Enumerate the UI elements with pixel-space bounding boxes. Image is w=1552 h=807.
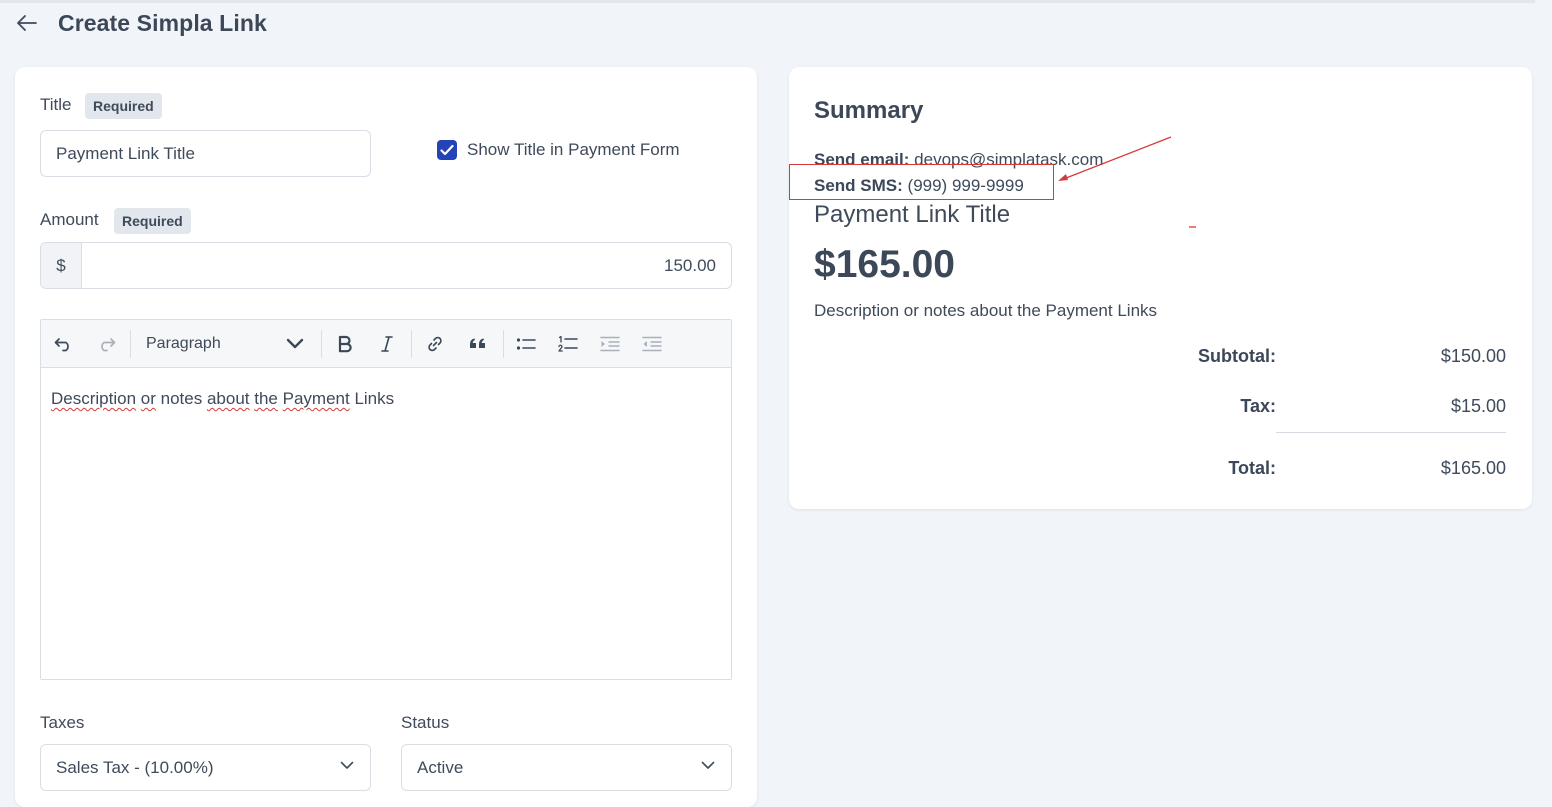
- editor-word: notes: [160, 389, 203, 408]
- send-email-value: devops@simplatask.com: [914, 150, 1104, 169]
- chevron-down-icon: [701, 761, 715, 769]
- page-header: Create Simpla Link: [0, 8, 700, 40]
- indent-button[interactable]: [597, 332, 623, 356]
- send-email-label: Send email:: [814, 150, 910, 169]
- summary-panel: Summary Send email: devops@simplatask.co…: [789, 67, 1532, 509]
- link-icon: [428, 336, 442, 352]
- editor-word: the: [254, 389, 278, 408]
- description-editor: Paragraph Description or notes about the…: [40, 319, 732, 680]
- show-title-checkbox[interactable]: [437, 140, 457, 160]
- chevron-down-icon: [286, 338, 304, 349]
- total-label: Total:: [1228, 458, 1276, 478]
- status-label: Status: [401, 713, 450, 732]
- editor-word: or: [140, 389, 156, 408]
- payment-link-form: Title Required Payment Link Title Show T…: [15, 67, 757, 807]
- paragraph-style-select[interactable]: Paragraph: [146, 332, 306, 356]
- send-sms-value: (999) 999-9999: [907, 176, 1024, 195]
- chevron-down-icon: [340, 761, 354, 769]
- arrow-left-icon: [17, 15, 37, 31]
- amount-input-group: $ 150.00: [40, 242, 732, 289]
- send-email-line: Send email: devops@simplatask.com: [814, 150, 1103, 170]
- paragraph-style-label: Paragraph: [146, 335, 221, 352]
- taxes-select[interactable]: Sales Tax - (10.00%): [40, 744, 371, 791]
- editor-word: about: [206, 389, 250, 408]
- tax-value: $15.00: [1450, 396, 1506, 416]
- italic-icon: [381, 336, 393, 352]
- editor-word: Links: [354, 389, 395, 408]
- undo-button[interactable]: [51, 332, 77, 356]
- bulleted-list-button[interactable]: [513, 332, 539, 356]
- outdent-icon: [642, 336, 662, 352]
- subtotal-value: $150.00: [1440, 346, 1506, 366]
- undo-icon: [54, 338, 69, 352]
- show-title-label: Show Title in Payment Form: [467, 140, 680, 159]
- amount-label: Amount: [40, 210, 99, 229]
- toolbar-separator: [130, 330, 131, 358]
- numbered-list-icon: [558, 335, 578, 352]
- send-sms-label: Send SMS:: [814, 176, 903, 195]
- checkmark-icon: [440, 144, 454, 156]
- currency-prefix: $: [41, 243, 82, 288]
- outdent-button[interactable]: [639, 332, 665, 356]
- status-select[interactable]: Active: [401, 744, 732, 791]
- title-required-badge: Required: [85, 93, 162, 119]
- back-button[interactable]: [16, 12, 38, 34]
- summary-payment-title: Payment Link Title: [814, 201, 1011, 228]
- bold-button[interactable]: [332, 332, 358, 356]
- toolbar-separator: [503, 330, 504, 358]
- bulleted-list-icon: [516, 338, 536, 350]
- summary-title: Summary: [814, 97, 924, 124]
- page-title: Create Simpla Link: [58, 10, 267, 36]
- status-selected-value: Active: [417, 757, 464, 777]
- totals-divider: [1276, 432, 1506, 433]
- send-sms-line: Send SMS: (999) 999-9999: [814, 176, 1024, 196]
- subtotal-label: Subtotal:: [1198, 346, 1276, 366]
- editor-word: Payment: [282, 389, 350, 408]
- summary-description: Description or notes about the Payment L…: [814, 301, 1158, 320]
- total-value: $165.00: [1440, 458, 1506, 478]
- toolbar-separator: [411, 330, 412, 358]
- indent-icon: [600, 336, 620, 352]
- summary-amount: $165.00: [814, 243, 955, 286]
- top-divider: [0, 0, 1535, 3]
- bold-icon: [338, 335, 352, 353]
- redo-icon: [101, 338, 116, 352]
- title-input[interactable]: Payment Link Title: [40, 130, 371, 177]
- taxes-selected-value: Sales Tax - (10.00%): [56, 757, 214, 777]
- editor-word: Description: [51, 389, 137, 408]
- tax-label: Tax:: [1240, 396, 1276, 416]
- numbered-list-button[interactable]: [555, 332, 581, 356]
- taxes-label: Taxes: [40, 713, 85, 732]
- title-label: Title: [40, 95, 72, 114]
- redo-button[interactable]: [93, 332, 119, 356]
- amount-input[interactable]: 150.00: [82, 243, 731, 288]
- amount-required-badge: Required: [114, 208, 191, 234]
- italic-button[interactable]: [374, 332, 400, 356]
- quote-icon: [470, 338, 485, 348]
- toolbar-separator: [321, 330, 322, 358]
- editor-content[interactable]: Description or notes about the Payment L…: [51, 389, 394, 409]
- editor-toolbar: Paragraph: [41, 320, 731, 368]
- link-button[interactable]: [422, 332, 448, 356]
- blockquote-button[interactable]: [465, 332, 491, 356]
